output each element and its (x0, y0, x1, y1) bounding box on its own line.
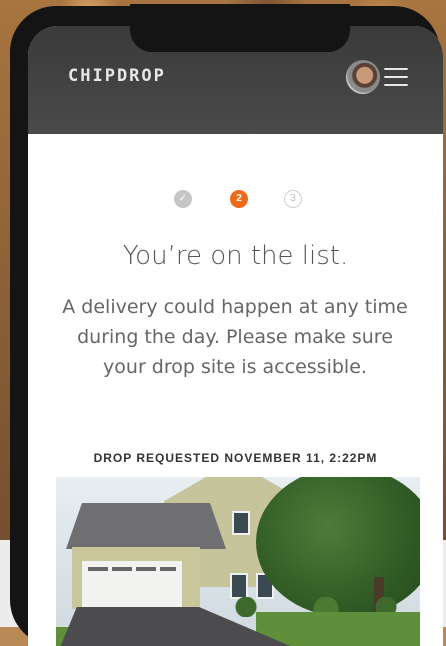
step-2-current: 2 (230, 190, 248, 208)
page-title: You’re on the list. (122, 241, 349, 271)
phone-frame: CHIPDROP ✓ 2 3 You’re on the list. A del… (10, 4, 443, 646)
avatar[interactable] (346, 60, 380, 94)
drop-requested-label: DROP REQUESTED NOVEMBER 11, 2:22PM (93, 451, 378, 465)
house-photo (56, 477, 420, 646)
progress-steps: ✓ 2 3 (28, 190, 443, 210)
hamburger-menu-icon[interactable] (384, 68, 408, 86)
phone-notch (130, 4, 350, 52)
status-message: A delivery could happen at any time duri… (62, 296, 408, 378)
phone-screen: CHIPDROP ✓ 2 3 You’re on the list. A del… (28, 26, 443, 646)
brand-logo[interactable]: CHIPDROP (68, 66, 166, 86)
step-3-upcoming: 3 (284, 190, 302, 208)
step-1-complete: ✓ (174, 190, 192, 208)
check-icon: ✓ (178, 193, 188, 204)
